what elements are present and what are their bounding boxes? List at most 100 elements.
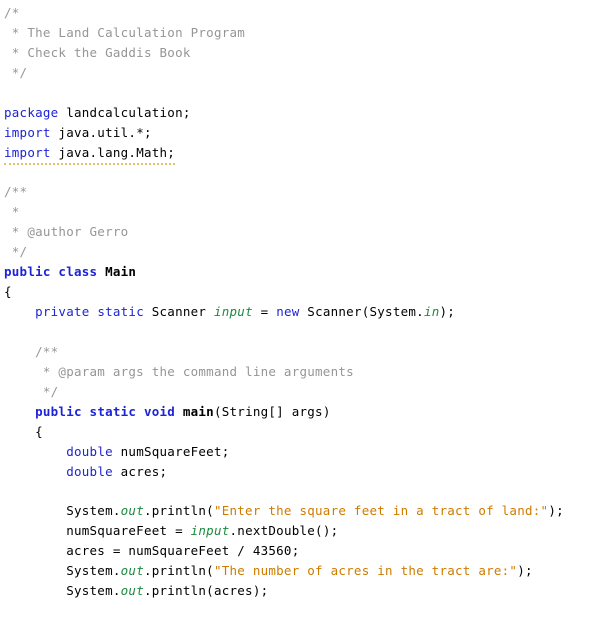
code-line-content: { xyxy=(4,424,43,439)
token-plain: numSquareFeet = xyxy=(4,523,191,539)
token-field: in xyxy=(423,304,440,320)
token-comment: * Check the Gaddis Book xyxy=(4,44,191,60)
code-line[interactable]: * Check the Gaddis Book xyxy=(4,43,616,63)
code-line[interactable]: * xyxy=(4,202,616,222)
code-line[interactable]: System.out.println("The number of acres … xyxy=(4,561,616,581)
token-string: "Enter the square feet in a tract of lan… xyxy=(213,503,549,519)
code-line-content: public static void main(String[] args) xyxy=(4,404,331,419)
token-field: input xyxy=(190,523,230,539)
token-comment: /** xyxy=(4,343,59,359)
token-plain: ); xyxy=(548,503,564,519)
token-number: 43560 xyxy=(252,543,292,559)
token-plain: java.lang.Math; xyxy=(50,144,176,160)
code-line-content: numSquareFeet = input.nextDouble(); xyxy=(4,523,338,538)
token-comment: /* xyxy=(4,5,20,20)
token-plain: (String[] args) xyxy=(213,403,331,419)
code-line[interactable]: /* xyxy=(4,3,616,23)
code-line[interactable]: /** xyxy=(4,182,616,202)
token-comment: * @author Gerro xyxy=(4,224,129,240)
token-comment: */ xyxy=(4,64,28,80)
code-line[interactable]: import java.lang.Math; xyxy=(4,143,616,165)
token-plain: acres = numSquareFeet / xyxy=(4,543,253,559)
token-plain: .println( xyxy=(143,503,214,519)
token-field: out xyxy=(120,563,144,579)
token-comment: /** xyxy=(4,184,28,200)
token-comment: * xyxy=(4,204,20,220)
token-comment: */ xyxy=(4,244,28,260)
code-line-content: * @author Gerro xyxy=(4,224,128,239)
code-line-content: double numSquareFeet; xyxy=(4,444,230,459)
code-line[interactable]: * @author Gerro xyxy=(4,222,616,242)
token-keyword-b: public static void xyxy=(35,403,183,419)
code-line[interactable]: package landcalculation; xyxy=(4,103,616,123)
code-line[interactable]: double numSquareFeet; xyxy=(4,442,616,462)
token-keyword: package xyxy=(4,104,59,120)
token-plain: .println( xyxy=(143,563,214,579)
code-line[interactable]: private static Scanner input = new Scann… xyxy=(4,302,616,322)
code-line-content: /** xyxy=(4,184,27,199)
code-line-blank[interactable] xyxy=(4,601,616,617)
code-line[interactable]: import java.util.*; xyxy=(4,123,616,143)
code-line-blank[interactable] xyxy=(4,83,616,103)
token-comment: * The Land Calculation Program xyxy=(4,24,246,40)
token-keyword: double xyxy=(66,443,113,459)
token-comment: * @param args the command line arguments xyxy=(4,363,354,379)
code-line-content: { xyxy=(4,284,12,299)
code-line[interactable]: */ xyxy=(4,63,616,83)
code-line[interactable]: /** xyxy=(4,342,616,362)
code-line[interactable]: * @param args the command line arguments xyxy=(4,362,616,382)
token-field: input xyxy=(213,304,253,320)
code-line-content: * The Land Calculation Program xyxy=(4,25,245,40)
code-line-content: */ xyxy=(4,384,58,399)
code-line[interactable]: double acres; xyxy=(4,462,616,482)
code-editor-pane[interactable]: /* * The Land Calculation Program * Chec… xyxy=(0,0,616,617)
code-line[interactable]: */ xyxy=(4,242,616,262)
code-line-content: * Check the Gaddis Book xyxy=(4,45,191,60)
token-plain: landcalculation; xyxy=(58,104,191,120)
code-line-content: import java.util.*; xyxy=(4,125,152,140)
token-comment: */ xyxy=(4,383,59,399)
code-line-content: System.out.println("Enter the square fee… xyxy=(4,503,564,518)
token-keyword-b: public class xyxy=(4,264,106,280)
token-plain: ); xyxy=(517,563,533,579)
code-line[interactable]: */ xyxy=(4,382,616,402)
token-plain: .nextDouble(); xyxy=(229,523,339,539)
token-plain: Scanner xyxy=(151,304,214,320)
token-plain: ; xyxy=(291,543,300,559)
code-line-content: System.out.println("The number of acres … xyxy=(4,563,533,578)
token-plain: System. xyxy=(4,583,121,599)
code-line[interactable]: * The Land Calculation Program xyxy=(4,23,616,43)
code-line-content: * @param args the command line arguments xyxy=(4,364,354,379)
code-line-content: /** xyxy=(4,344,58,359)
token-field: out xyxy=(120,503,144,519)
token-keyword: import xyxy=(4,124,51,140)
token-plain: acres; xyxy=(112,463,168,479)
token-plain: Scanner(System. xyxy=(299,304,424,320)
token-plain: { xyxy=(4,284,12,300)
token-plain: = xyxy=(252,304,277,320)
token-keyword: import xyxy=(4,144,51,160)
code-line[interactable]: acres = numSquareFeet / 43560; xyxy=(4,541,616,561)
code-line-content: System.out.println(acres); xyxy=(4,583,268,598)
token-plain: { xyxy=(4,423,43,439)
code-line-content: private static Scanner input = new Scann… xyxy=(4,304,455,319)
code-line[interactable]: public static void main(String[] args) xyxy=(4,402,616,422)
code-line[interactable]: public class Main xyxy=(4,262,616,282)
code-line[interactable]: { xyxy=(4,282,616,302)
code-line-blank[interactable] xyxy=(4,482,616,502)
unused-import-warning-underline: import java.lang.Math; xyxy=(4,143,176,165)
code-line-content: * xyxy=(4,204,20,219)
code-line[interactable]: System.out.println("Enter the square fee… xyxy=(4,501,616,521)
code-line-blank[interactable] xyxy=(4,322,616,342)
code-line-content: double acres; xyxy=(4,464,167,479)
code-line-content: public class Main xyxy=(4,264,136,279)
code-line-content: acres = numSquareFeet / 43560; xyxy=(4,543,300,558)
code-line[interactable]: { xyxy=(4,422,616,442)
code-line[interactable]: System.out.println(acres); xyxy=(4,581,616,601)
token-keyword: new xyxy=(276,304,300,320)
code-line[interactable]: numSquareFeet = input.nextDouble(); xyxy=(4,521,616,541)
code-line-blank[interactable] xyxy=(4,163,616,183)
token-keyword: private static xyxy=(35,304,152,320)
